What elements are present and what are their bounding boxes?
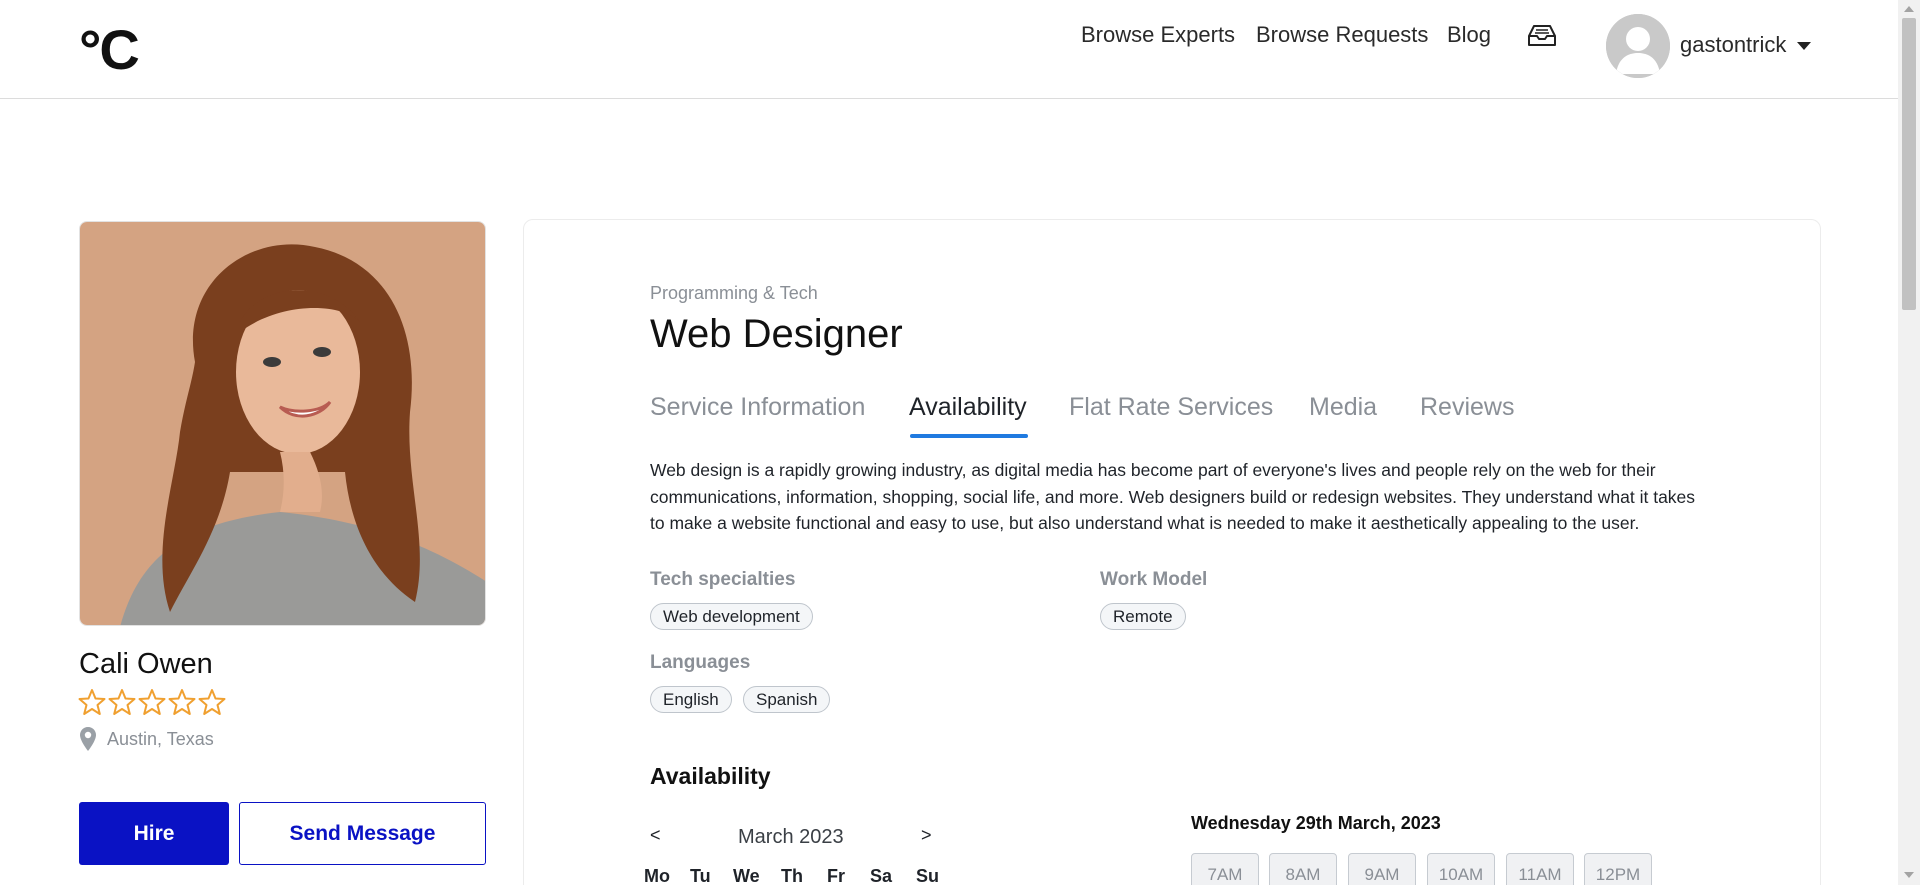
weekday-header: Tu [690, 866, 711, 885]
work-model-chip: Remote [1100, 603, 1186, 630]
star-outline-icon [138, 689, 166, 715]
selected-date-label: Wednesday 29th March, 2023 [1191, 813, 1441, 833]
scroll-down-arrow-icon[interactable] [1904, 872, 1914, 878]
time-slot-button[interactable]: 10AM [1427, 853, 1495, 885]
tech-chip: Web development [650, 603, 813, 630]
chevron-down-icon[interactable] [1797, 42, 1811, 50]
time-slot-button[interactable]: 7AM [1191, 853, 1259, 885]
active-tab-indicator [910, 434, 1028, 438]
service-category: Programming & Tech [650, 283, 818, 303]
top-navbar: °C Browse Experts Browse Requests Blog g… [0, 0, 1898, 99]
expert-location: Austin, Texas [79, 726, 214, 752]
weekday-header: Su [916, 866, 940, 885]
star-outline-icon [168, 689, 196, 715]
languages-label: Languages [650, 652, 751, 673]
location-text: Austin, Texas [107, 728, 214, 749]
hire-button[interactable]: Hire [79, 802, 229, 865]
star-outline-icon [108, 689, 136, 715]
send-message-button[interactable]: Send Message [239, 802, 486, 865]
expert-photo [79, 221, 486, 626]
tab-service-information[interactable]: Service Information [650, 393, 865, 422]
expert-name: Cali Owen [79, 648, 213, 680]
availability-heading: Availability [650, 763, 771, 789]
map-pin-icon [80, 727, 96, 751]
time-slot-button[interactable]: 9AM [1348, 853, 1416, 885]
service-description: Web design is a rapidly growing industry… [650, 460, 1696, 533]
weekday-header: We [733, 866, 760, 885]
username-label[interactable]: gastontrick [1680, 32, 1786, 58]
scroll-up-arrow-icon[interactable] [1904, 6, 1914, 12]
time-slot-button[interactable]: 11AM [1506, 853, 1574, 885]
tab-availability[interactable]: Availability [909, 393, 1027, 422]
work-model-label: Work Model [1100, 569, 1208, 590]
nav-browse-requests[interactable]: Browse Requests [1256, 22, 1428, 48]
language-chip-spanish: Spanish [743, 686, 831, 713]
calendar-prev-month-button[interactable]: < [650, 825, 661, 846]
site-logo[interactable]: °C [79, 22, 140, 78]
weekday-header: Fr [827, 866, 845, 885]
star-outline-icon [198, 689, 226, 715]
weekday-header: Th [781, 866, 803, 885]
page-scrollbar[interactable] [1898, 0, 1920, 885]
weekday-header: Sa [870, 866, 893, 885]
inbox-tray-icon[interactable] [1526, 24, 1558, 48]
nav-blog[interactable]: Blog [1447, 22, 1491, 48]
calendar-month-label: March 2023 [738, 826, 844, 848]
scrollbar-thumb[interactable] [1902, 18, 1916, 310]
tab-reviews[interactable]: Reviews [1420, 393, 1514, 422]
tech-specialties-label: Tech specialties [650, 569, 796, 590]
nav-browse-experts[interactable]: Browse Experts [1081, 22, 1235, 48]
time-slot-button[interactable]: 12PM [1584, 853, 1652, 885]
time-slot-button[interactable]: 8AM [1269, 853, 1337, 885]
service-title: Web Designer [650, 312, 903, 356]
weekday-header: Mo [644, 866, 670, 885]
tab-flat-rate-services[interactable]: Flat Rate Services [1069, 393, 1273, 422]
star-rating [78, 688, 226, 716]
language-chip-english: English [650, 686, 732, 713]
calendar-next-month-button[interactable]: > [921, 825, 932, 846]
tab-media[interactable]: Media [1309, 393, 1377, 422]
star-outline-icon [78, 689, 106, 715]
user-avatar[interactable] [1606, 14, 1670, 78]
